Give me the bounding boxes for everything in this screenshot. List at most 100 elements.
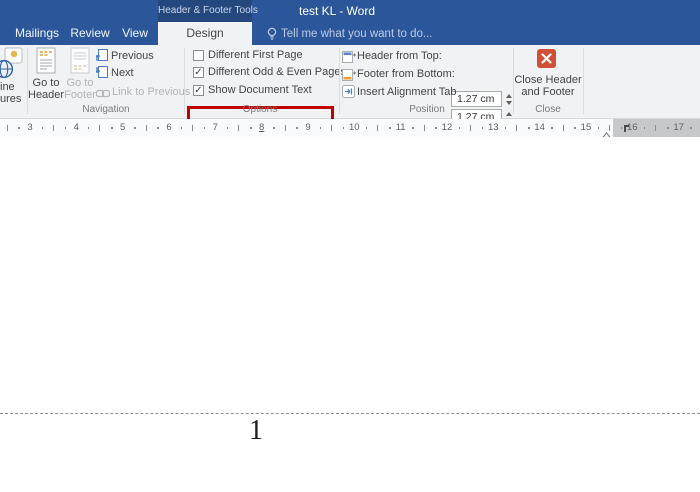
title-bar: Header & Footer Tools test KL - Word [0,0,700,22]
ruler-tick-half [192,125,194,131]
ruler-tick-half [331,125,333,131]
right-indent-marker[interactable] [600,128,613,137]
ruler-tick-quarter [203,127,206,129]
navigation-group-label: Navigation [82,104,130,115]
ruler-number: 16 [626,122,638,133]
next-button[interactable]: Next [94,66,182,79]
ruler-tick-half [238,125,240,131]
ruler-tick-quarter [319,127,322,129]
horizontal-ruler[interactable]: 3 4 5 6 7 8 9 10 11 12 13 14 15 16 17 [0,119,700,137]
checkbox-box[interactable]: ✓ [193,67,204,78]
close-header-footer-button[interactable]: Close Header and Footer [514,45,582,103]
insert-alignment-tab-label: Insert Alignment Tab [357,86,457,98]
checkbox-box[interactable]: ✓ [193,85,204,96]
insert-alignment-tab-button[interactable]: Insert Alignment Tab [342,85,482,99]
ruler-number: 15 [580,122,592,133]
footer-boundary-dashed-line [0,413,700,414]
ruler-tick-half [99,125,101,131]
options-group-label: Options [242,104,278,115]
link-to-previous-label: Link to Previous [112,86,191,98]
ruler-tick-quarter [389,127,391,129]
link-to-previous-button-disabled[interactable]: Link to Previous [95,85,190,98]
tell-me-lightbulb-icon [266,27,278,46]
header-position-icon [342,50,356,68]
next-icon [94,66,108,84]
ruler-tick-quarter [111,127,113,129]
ruler-tick-quarter [620,127,623,129]
ruler-tick-half [377,125,379,131]
document-canvas[interactable]: 1 [0,137,700,492]
close-x-icon [537,49,556,68]
tell-me-box[interactable]: Tell me what you want to do... [281,22,433,45]
ruler-tick-quarter [134,127,136,129]
go-to-header-label-line2: Header [28,89,65,101]
ruler-number: 3 [27,122,33,133]
go-to-footer-label-line1: Go to [66,77,94,89]
ruler-tick-quarter [481,127,484,129]
checkbox-label[interactable]: Different First Page [208,49,303,61]
link-icon [95,86,111,104]
position-group-label: Position [409,104,445,115]
ruler-tick-quarter [342,127,345,129]
ruler-tick-quarter [667,127,669,129]
previous-button[interactable]: Previous [94,49,182,62]
ruler-tick-quarter [574,127,576,129]
group-divider [339,48,340,114]
ruler-tick-half [145,125,147,131]
ruler-tick-quarter [458,127,461,129]
online-pictures-label-line1: ine [0,81,15,93]
ruler-tick-half [470,125,472,131]
ruler-tick-quarter [528,127,530,129]
ruler-tick-half [562,125,564,131]
contextual-tab-group-label: Header & Footer Tools [158,0,258,22]
window-title: test KL - Word [298,4,376,18]
ruler-tick-quarter [412,127,414,129]
ruler-number: 14 [534,122,545,133]
next-label: Next [111,67,134,79]
previous-icon [94,49,108,67]
footer-page-number[interactable]: 1 [238,415,274,447]
tab-mailings[interactable]: Mailings [10,22,64,45]
go-to-footer-icon [69,47,91,80]
footer-from-bottom-label: Footer from Bottom: [357,68,455,80]
ruler-tick-half [284,125,286,131]
ruler-number: 6 [166,122,172,133]
checkbox-box[interactable] [193,50,204,61]
ruler-tick-half [53,125,55,131]
go-to-header-button[interactable]: Go to Header [28,46,64,104]
go-to-footer-button-disabled[interactable]: Go to Footer [64,46,96,104]
ruler-tick-quarter [273,127,275,129]
footer-position-icon [342,68,356,86]
ruler-number: 7 [212,122,218,133]
ruler-tick-quarter [365,127,368,129]
close-label-line2: and Footer [521,86,575,98]
ruler-tick-quarter [180,127,183,129]
checkbox-label[interactable]: Different Odd & Even Pages [208,66,346,78]
header-from-top-label: Header from Top: [357,50,442,62]
ruler-tick-quarter [250,127,252,129]
ruler-tick-quarter [296,127,298,129]
ruler-number: 4 [73,122,79,133]
ruler-number: 10 [349,122,360,133]
ruler-tick-quarter [157,127,159,129]
ruler-tick-half [516,125,518,131]
ruler-tick-half [6,125,8,131]
tab-view[interactable]: View [118,22,152,45]
online-pictures-label-line2: ures [0,93,22,105]
checkbox-label[interactable]: Show Document Text [208,84,312,96]
tab-review[interactable]: Review [70,22,110,45]
go-to-footer-label-line2: Footer [64,89,96,101]
ribbon-tab-row: Mailings Review View Design Tell me what… [0,22,700,45]
group-divider [583,48,584,114]
ruler-tick-half [609,125,611,131]
ruler-tick-quarter [41,127,44,129]
tab-design-active[interactable]: Design [158,22,252,45]
ruler-number: 8 [258,122,265,133]
ruler-tick-half [655,125,657,131]
ruler-tick-quarter [18,127,20,129]
go-to-header-icon [35,47,57,80]
word-window: Header & Footer Tools test KL - Word Mai… [0,0,700,492]
ruler-number: 5 [120,122,126,133]
spin-up-icon[interactable] [506,94,512,98]
online-pictures-button-cutoff[interactable]: ine ures [0,45,27,115]
